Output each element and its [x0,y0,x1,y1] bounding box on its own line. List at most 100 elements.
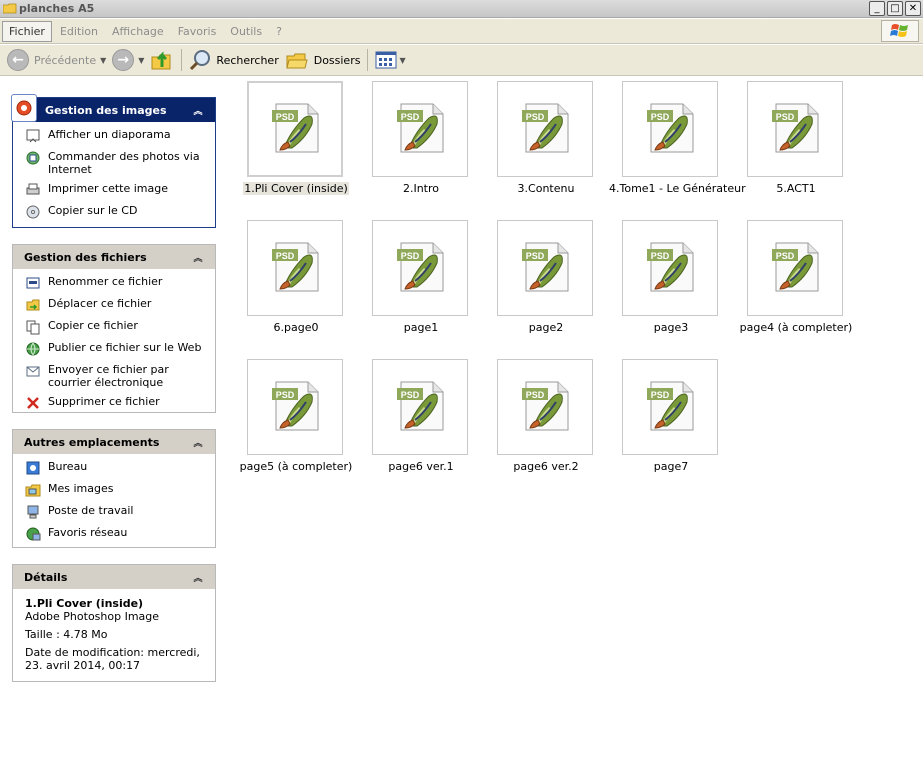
place-my-pictures[interactable]: Mes images [25,482,207,498]
file-thumbnail[interactable]: PSD [497,220,593,316]
folders-button[interactable]: Dossiers [282,47,364,73]
svg-text:PSD: PSD [526,112,545,122]
file-item[interactable]: PSD page4 (à completer) [734,215,854,345]
collapse-icon[interactable]: ︽ [191,250,205,264]
place-network[interactable]: Favoris réseau [25,526,207,542]
file-name[interactable]: page4 (à completer) [734,321,858,334]
toolbar: ← Précédente ▼ → ▼ Rechercher Dossiers ▼ [0,45,923,76]
task-email[interactable]: Envoyer ce fichier par courrier électron… [25,363,207,389]
file-name[interactable]: 6.page0 [234,321,358,334]
file-item[interactable]: PSD page6 ver.1 [359,354,479,484]
views-button[interactable]: ▼ [372,47,408,73]
task-publish-web[interactable]: Publier ce fichier sur le Web [25,341,207,357]
task-label: Publier ce fichier sur le Web [48,341,202,354]
file-name[interactable]: 1.Pli Cover (inside) [234,182,358,195]
minimize-icon: _ [874,2,880,14]
search-button[interactable]: Rechercher [186,47,281,73]
task-copy-cd[interactable]: Copier sur le CD [25,204,207,220]
task-print-image[interactable]: Imprimer cette image [25,182,207,198]
file-thumbnail[interactable]: PSD [622,81,718,177]
files-panel-header[interactable]: Gestion des fichiers ︽ [13,245,215,269]
file-item[interactable]: PSD 2.Intro [359,76,479,206]
psd-file-icon: PSD [522,242,569,292]
panel-title: Gestion des images [45,103,167,117]
file-name[interactable]: page2 [484,321,608,334]
task-order-prints[interactable]: Commander des photos via Internet [25,150,207,176]
file-thumbnail[interactable]: PSD [372,359,468,455]
file-thumbnail[interactable]: PSD [622,359,718,455]
file-item[interactable]: PSD page7 [609,354,729,484]
up-folder-button[interactable] [147,47,177,73]
file-name[interactable]: 5.ACT1 [734,182,858,195]
task-rename[interactable]: Renommer ce fichier [25,275,207,291]
file-item[interactable]: PSD page2 [484,215,604,345]
file-name[interactable]: page6 ver.1 [359,460,483,473]
place-my-computer[interactable]: Poste de travail [25,504,207,520]
file-name[interactable]: 2.Intro [359,182,483,195]
details-panel-header[interactable]: Détails ︽ [13,565,215,589]
file-thumbnail[interactable]: PSD [497,359,593,455]
file-thumbnail[interactable]: PSD [247,359,343,455]
file-name[interactable]: page3 [609,321,733,334]
back-button[interactable]: ← Précédente ▼ [4,47,109,73]
file-item[interactable]: PSD page6 ver.2 [484,354,604,484]
file-name[interactable]: 4.Tome1 - Le Générateur [609,182,746,195]
file-item[interactable]: PSD 3.Contenu [484,76,604,206]
file-thumbnail[interactable]: PSD [622,220,718,316]
cd-icon [26,205,40,219]
file-thumbnail[interactable]: PSD [372,81,468,177]
menu-affichage[interactable]: Affichage [106,22,170,41]
file-name[interactable]: page1 [359,321,483,334]
psd-file-icon: PSD [647,242,694,292]
images-panel-header[interactable]: Gestion des images ︽ [13,98,215,122]
close-button[interactable]: ✕ [905,1,921,16]
task-slideshow[interactable]: Afficher un diaporama [25,128,207,144]
svg-text:PSD: PSD [276,112,295,122]
file-name[interactable]: page5 (à completer) [234,460,358,473]
task-label: Commander des photos via Internet [48,150,200,176]
computer-icon [27,505,39,519]
file-name[interactable]: page7 [609,460,733,473]
file-thumbnail[interactable]: PSD [497,81,593,177]
menu-outils[interactable]: Outils [224,22,268,41]
file-item[interactable]: PSD page5 (à completer) [234,354,354,484]
menu-favoris[interactable]: Favoris [172,22,223,41]
file-item[interactable]: PSD 4.Tome1 - Le Générateur [609,76,746,206]
file-name[interactable]: 3.Contenu [484,182,608,195]
maximize-button[interactable]: □ [887,1,903,16]
task-label: Afficher un diaporama [48,128,171,141]
chevron-down-icon: ▼ [138,55,145,65]
forward-button[interactable]: → ▼ [109,47,147,73]
file-thumbnail[interactable]: PSD [747,220,843,316]
psd-file-icon: PSD [772,242,819,292]
task-delete[interactable]: Supprimer ce fichier [25,395,207,411]
file-thumbnail[interactable]: PSD [372,220,468,316]
windows-logo-icon [881,20,919,42]
collapse-icon[interactable]: ︽ [191,103,205,117]
task-move[interactable]: Déplacer ce fichier [25,297,207,313]
file-name[interactable]: page6 ver.2 [484,460,608,473]
file-thumbnail[interactable]: PSD [247,81,343,177]
panel-title: Gestion des fichiers [24,250,147,264]
file-thumbnail[interactable]: PSD [247,220,343,316]
minimize-button[interactable]: _ [869,1,885,16]
place-desktop[interactable]: Bureau [25,460,207,476]
file-thumbnail[interactable]: PSD [747,81,843,177]
file-name-selected[interactable]: 1.Pli Cover (inside) [243,182,349,195]
file-item[interactable]: PSD page1 [359,215,479,345]
file-item[interactable]: PSD page3 [609,215,729,345]
task-copy[interactable]: Copier ce fichier [25,319,207,335]
file-item[interactable]: PSD 5.ACT1 [734,76,854,206]
file-item[interactable]: PSD 1.Pli Cover (inside) [234,76,354,206]
menu-edition[interactable]: Edition [54,22,104,41]
svg-text:PSD: PSD [401,390,420,400]
menu-help[interactable]: ? [270,22,288,41]
image-tasks-icon [11,94,37,122]
file-item[interactable]: PSD 6.page0 [234,215,354,345]
search-icon [190,50,211,71]
menu-fichier[interactable]: Fichier [2,20,52,42]
places-panel-header[interactable]: Autres emplacements ︽ [13,430,215,454]
collapse-icon[interactable]: ︽ [191,570,205,584]
files-panel: Gestion des fichiers ︽ Renommer ce fichi… [12,244,216,413]
collapse-icon[interactable]: ︽ [191,435,205,449]
